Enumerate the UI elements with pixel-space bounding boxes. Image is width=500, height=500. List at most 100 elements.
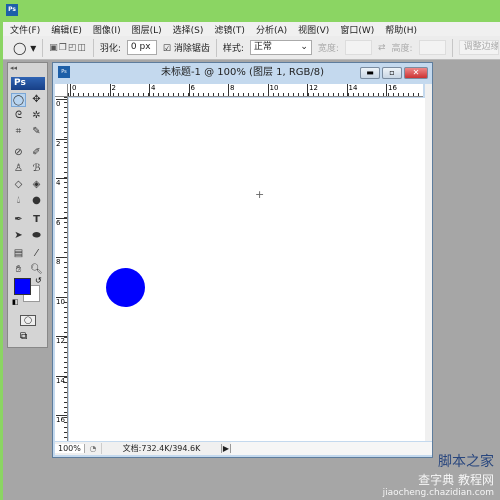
window-frame: [0, 22, 3, 500]
vertical-scrollbar[interactable]: [425, 84, 432, 441]
default-colors-icon[interactable]: ◧: [12, 298, 19, 306]
ruler-left-label: 4: [56, 178, 67, 187]
ruler-top-label: 4: [149, 84, 155, 96]
eyedropper-tool-icon[interactable]: ⁄: [29, 247, 44, 261]
elliptical-marquee-tool-icon[interactable]: ◯: [11, 93, 26, 107]
pen-tool-icon[interactable]: ✒: [11, 213, 26, 227]
ruler-left-label: 2: [56, 138, 67, 148]
ruler-left-label: 0: [56, 99, 67, 108]
path-selection-tool-icon[interactable]: ➤: [11, 229, 26, 243]
menu-file[interactable]: 文件(F): [10, 23, 40, 36]
ruler-top-label: 16: [386, 84, 397, 96]
width-label: 宽度:: [317, 44, 339, 54]
options-bar: ◯ ▾ ▣❐◰◫ 羽化: 0 px ☑ 消除锯齿 样式: 正常 ⌄ 宽度: ⇄ 高…: [3, 36, 500, 60]
blur-tool-icon[interactable]: 💧︎: [11, 194, 26, 208]
width-input[interactable]: [344, 40, 372, 55]
menu-image[interactable]: 图像(I): [93, 23, 121, 36]
style-select[interactable]: 正常 ⌄: [249, 40, 312, 55]
minimize-button[interactable]: ▬: [360, 67, 380, 79]
elliptical-marquee-preset-icon[interactable]: ◯ ▾: [13, 41, 36, 55]
swap-icon[interactable]: ⇄: [378, 43, 386, 53]
quick-mask-icon[interactable]: ◯: [20, 315, 36, 326]
blue-circle-shape[interactable]: [106, 268, 145, 307]
toolbox: ◂◂ Ps ◯ ✥ ᘓ ✲ ⌗ ✎ ⊘ ✐ ♙ ℬ ◇ ◈ 💧︎ ● ✒ T ➤…: [7, 62, 48, 348]
photoshop-app-icon: Ps: [6, 4, 18, 16]
menu-view[interactable]: 视图(V): [298, 23, 329, 36]
type-tool-icon[interactable]: T: [29, 213, 44, 227]
feather-input[interactable]: 0 px: [126, 40, 157, 55]
divider: [451, 38, 453, 57]
height-label: 高度:: [391, 44, 413, 54]
ruler-left-label: 14: [56, 375, 67, 385]
height-input[interactable]: [418, 40, 446, 55]
ruler-left-label: 10: [56, 296, 67, 306]
ruler-top-label: 6: [188, 84, 195, 96]
crosshair-cursor-icon: +: [255, 188, 265, 201]
menu-filter[interactable]: 滤镜(T): [214, 23, 245, 36]
zoom-tool-icon[interactable]: 🔍︎: [29, 263, 44, 277]
ruler-top-label: 12: [307, 84, 318, 96]
notes-tool-icon[interactable]: ▤: [11, 247, 26, 261]
document-window: Ps 未标题-1 @ 100% (图层 1, RGB/8) ▬ ▫ ✕ 0246…: [52, 62, 433, 458]
watermark: 脚本之家 查字典 教程网 jiaocheng.chazidian.com: [383, 451, 494, 498]
ruler-top-label: 8: [228, 84, 234, 96]
ruler-horizontal[interactable]: 0 2 4 6 8 10 12 14 16: [68, 84, 423, 97]
toolbox-title: Ps: [11, 77, 45, 90]
clone-stamp-tool-icon[interactable]: ♙: [11, 162, 26, 176]
eraser-tool-icon[interactable]: ◇: [11, 178, 26, 192]
antialias-checkbox[interactable]: ☑ 消除锯齿: [163, 41, 210, 54]
history-brush-tool-icon[interactable]: ℬ: [29, 162, 44, 176]
divider: [42, 38, 44, 57]
ellipse-shape-tool-icon[interactable]: ⬬: [29, 229, 44, 243]
feather-label: 羽化:: [99, 44, 121, 54]
ruler-top-label: 10: [267, 84, 278, 96]
watermark-line3: jiaocheng.chazidian.com: [382, 488, 494, 498]
maximize-button[interactable]: ▫: [382, 67, 402, 79]
ruler-left-label: 16: [56, 415, 67, 424]
antialias-label: 消除锯齿: [173, 44, 210, 54]
status-bar: 100% ◔ 文档:732.4K/394.6K ▶: [55, 442, 432, 455]
style-label: 样式:: [222, 44, 244, 54]
divider: [92, 38, 94, 57]
watermark-line1: 脚本之家: [438, 454, 494, 470]
ruler-left-label: 8: [56, 257, 67, 266]
screen-mode-icon[interactable]: ⧉: [20, 331, 27, 342]
hand-tool-icon[interactable]: ✋︎: [11, 263, 26, 277]
ruler-top-label: 0: [70, 84, 76, 96]
swap-colors-icon[interactable]: ↺: [35, 276, 42, 285]
menu-help[interactable]: 帮助(H): [385, 23, 417, 36]
canvas[interactable]: +: [69, 98, 425, 441]
document-size-info: 文档:732.4K/394.6K: [101, 443, 221, 454]
menu-edit[interactable]: 编辑(E): [51, 23, 82, 36]
selection-mode-buttons-icon[interactable]: ▣❐◰◫: [49, 43, 87, 53]
chevron-down-icon: ⌄: [300, 42, 308, 52]
ruler-left-label: 12: [56, 336, 67, 345]
crop-tool-icon[interactable]: ⌗: [11, 125, 26, 139]
ruler-left-label: 6: [56, 217, 67, 227]
ruler-origin[interactable]: [55, 84, 68, 97]
menu-layer[interactable]: 图层(L): [132, 23, 162, 36]
zoom-level[interactable]: 100%: [55, 444, 85, 453]
menu-select[interactable]: 选择(S): [173, 23, 204, 36]
paint-bucket-tool-icon[interactable]: ◈: [29, 178, 44, 192]
healing-brush-tool-icon[interactable]: ⊘: [11, 146, 26, 160]
magic-wand-tool-icon[interactable]: ✲: [29, 109, 44, 123]
status-menu-arrow-icon[interactable]: ▶: [221, 444, 231, 453]
foreground-color-swatch[interactable]: [14, 278, 31, 295]
watermark-line2: 查字典 教程网: [418, 473, 494, 487]
ruler-vertical[interactable]: 0 2 4 6 8 10 12 14 16: [55, 97, 68, 441]
app-titlebar: Ps: [0, 0, 500, 22]
slice-tool-icon[interactable]: ✎: [29, 125, 44, 139]
menu-window[interactable]: 窗口(W): [340, 23, 374, 36]
move-tool-icon[interactable]: ✥: [29, 93, 44, 107]
dodge-tool-icon[interactable]: ●: [29, 194, 44, 208]
divider: [215, 38, 217, 57]
ruler-top-label: 2: [109, 84, 116, 96]
status-info-icon[interactable]: ◔: [85, 444, 101, 453]
collapse-icon[interactable]: ◂◂: [10, 64, 17, 72]
menu-analysis[interactable]: 分析(A): [256, 23, 287, 36]
brush-tool-icon[interactable]: ✐: [29, 146, 44, 160]
close-button[interactable]: ✕: [404, 67, 428, 79]
refine-edge-button[interactable]: 调整边缘: [458, 40, 499, 55]
lasso-tool-icon[interactable]: ᘓ: [11, 109, 26, 123]
